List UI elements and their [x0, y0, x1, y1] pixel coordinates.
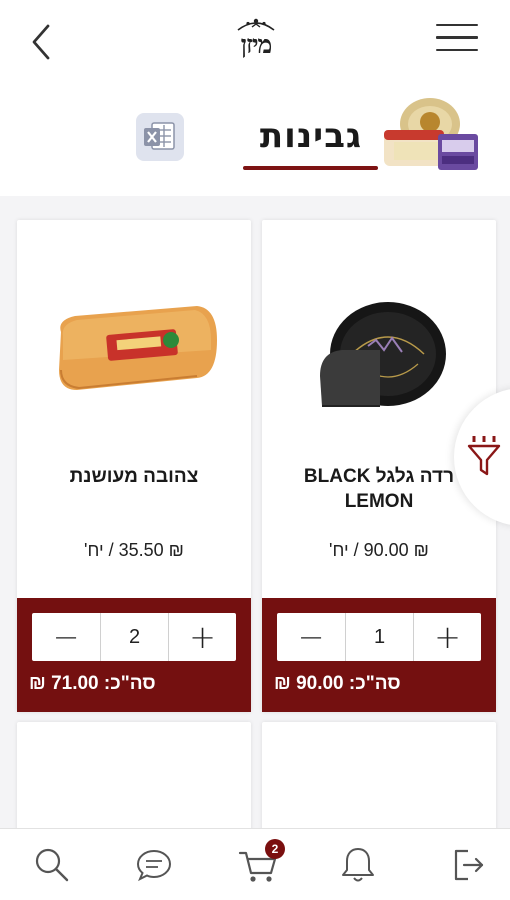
quantity-value[interactable]: 1 [345, 613, 413, 661]
line-total: סה"כ: 71.00 ₪ [29, 673, 156, 694]
decrement-button[interactable]: − [277, 613, 345, 661]
logout-icon[interactable] [446, 843, 490, 887]
category-image [384, 98, 478, 170]
category-title: גבינות [259, 116, 363, 156]
increment-button[interactable]: + [413, 613, 481, 661]
product-price: ₪ 90.00 / יח' [329, 540, 429, 560]
excel-export-icon [144, 122, 175, 150]
product-image [59, 306, 217, 390]
bell-icon[interactable] [336, 843, 380, 887]
product-card[interactable] [262, 722, 496, 832]
product-card[interactable] [17, 722, 251, 832]
cart-panel: − 1 + סה"כ: 90.00 ₪ [262, 598, 496, 712]
line-total: סה"כ: 90.00 ₪ [274, 673, 401, 694]
chevron-left-icon [32, 24, 50, 60]
hamburger-menu-icon[interactable] [434, 24, 480, 60]
quantity-stepper: − 1 + [277, 613, 481, 661]
cart-count-badge: 2 [265, 839, 285, 859]
logo-text: מיזן [240, 30, 273, 59]
chat-icon[interactable] [132, 843, 176, 887]
filter-funnel-icon [467, 436, 501, 476]
category-underline [243, 166, 378, 170]
category-header: גבינות [0, 86, 510, 196]
app-header: מיזן [0, 0, 510, 86]
back-button[interactable] [26, 20, 60, 64]
product-card[interactable]: צהובה מעושנת ₪ 35.50 / יח' − 2 + סה"כ: 7… [17, 220, 251, 712]
quantity-value[interactable]: 2 [100, 613, 168, 661]
product-price: ₪ 35.50 / יח' [84, 540, 184, 560]
bottom-navigation: 2 [0, 828, 510, 900]
excel-export-button[interactable] [136, 113, 184, 161]
app-logo: מיזן [230, 14, 282, 66]
product-image [320, 302, 446, 407]
search-icon[interactable] [30, 843, 74, 887]
decrement-button[interactable]: − [32, 613, 100, 661]
cart-panel: − 2 + סה"כ: 71.00 ₪ [17, 598, 251, 712]
product-name: צהובה מעושנת [69, 466, 199, 487]
quantity-stepper: − 2 + [32, 613, 236, 661]
increment-button[interactable]: + [168, 613, 236, 661]
